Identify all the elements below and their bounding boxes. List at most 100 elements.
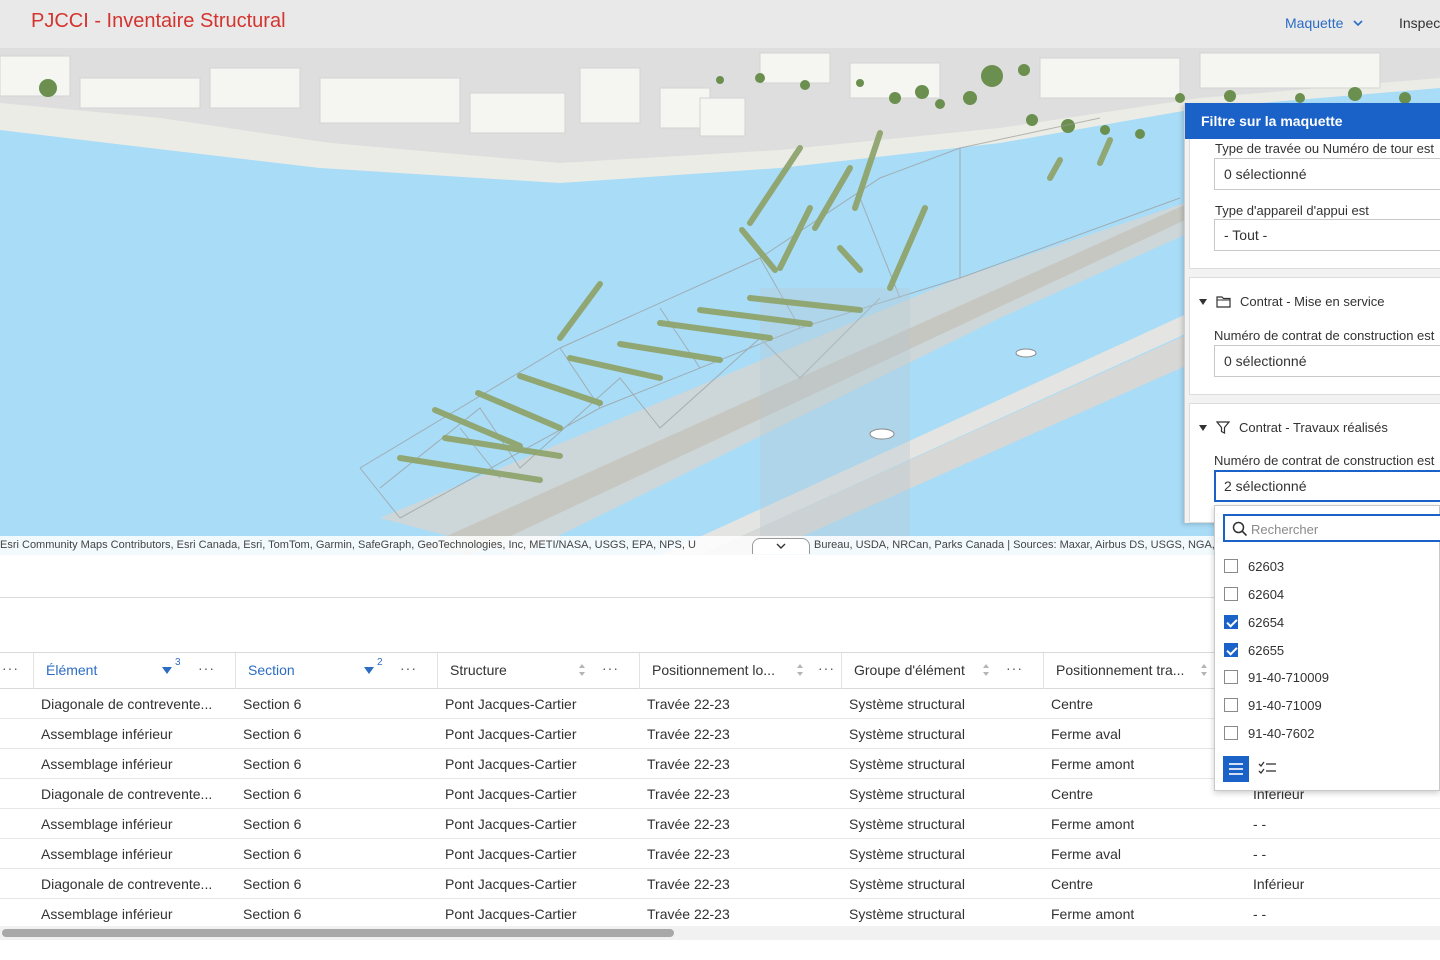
nav-inspection-menu[interactable]: Inspec [1399,15,1440,31]
travee-select[interactable]: 0 sélectionné [1214,158,1440,190]
horizontal-scrollbar[interactable] [0,926,1440,940]
sort-desc-icon[interactable] [364,667,374,675]
appareil-select[interactable]: - Tout - [1214,219,1440,251]
table-row[interactable]: Assemblage inférieur Section 6 Pont Jacq… [0,809,1440,839]
contrat-mes-select-value: 0 sélectionné [1224,353,1307,369]
cell-extra: - - [1253,816,1267,832]
cell-groupe-element: Système structural [849,876,965,892]
sort-order-badge: 3 [175,657,181,668]
checkbox[interactable] [1224,698,1238,712]
sort-desc-icon[interactable] [162,667,172,675]
checkbox[interactable] [1224,559,1238,573]
table-row[interactable]: Assemblage inférieur Section 6 Pont Jacq… [0,899,1440,929]
show-selected-button[interactable] [1255,756,1281,782]
checkbox-checked[interactable] [1224,615,1238,629]
checkbox-checked[interactable] [1224,643,1238,657]
sort-order-badge: 2 [377,657,383,668]
scrollbar-thumb[interactable] [2,929,674,937]
app-header: PJCCI - Inventaire Structural Maquette I… [0,0,1440,48]
cell-extra: Inférieur [1253,876,1305,892]
section-travaux-label: Contrat - Travaux réalisés [1239,420,1388,435]
checkbox[interactable] [1224,587,1238,601]
column-header-label: Structure [450,662,507,678]
cell-positionnement-trans: Ferme amont [1051,906,1135,922]
cell-section: Section 6 [243,726,302,742]
more-options-icon[interactable]: ··· [400,660,417,676]
attribution-toggle[interactable] [752,538,810,554]
option-label: 91-40-71009 [1248,697,1322,713]
cell-section: Section 6 [243,756,302,772]
option-item[interactable]: 62655 [1224,638,1284,662]
column-header-positionnement-long[interactable]: Positionnement lo... ··· [640,653,842,689]
cell-positionnement-long: Travée 22-23 [647,876,730,892]
appareil-select-value: - Tout - [1224,227,1268,243]
contrat-tr-select[interactable]: 2 sélectionné [1214,470,1440,502]
search-icon [1232,521,1248,537]
list-icon [1229,763,1243,775]
sort-icon[interactable] [1200,663,1208,677]
cell-positionnement-trans: Ferme amont [1051,756,1135,772]
option-item[interactable]: 91-40-710009 [1224,665,1329,689]
cell-positionnement-long: Travée 22-23 [647,726,730,742]
cell-groupe-element: Système structural [849,846,965,862]
cell-structure: Pont Jacques-Cartier [445,756,577,772]
option-item[interactable]: 62604 [1224,582,1284,606]
search-input[interactable] [1251,520,1440,538]
table-row[interactable]: Assemblage inférieur Section 6 Pont Jacq… [0,839,1440,869]
more-options-icon[interactable]: ··· [1006,660,1023,676]
column-header-element[interactable]: Élément 3 ··· [34,653,236,689]
column-header-prev[interactable]: ··· [0,653,34,689]
option-item[interactable]: 91-40-71009 [1224,693,1322,717]
cell-structure: Pont Jacques-Cartier [445,726,577,742]
cell-section: Section 6 [243,816,302,832]
more-options-icon[interactable]: ··· [818,660,835,676]
travee-label: Type de travée ou Numéro de tour est [1215,141,1434,156]
cell-element: Diagonale de contrevente... [41,786,213,802]
cell-section: Section 6 [243,696,302,712]
cell-groupe-element: Système structural [849,786,965,802]
cell-section: Section 6 [243,786,302,802]
sort-icon[interactable] [982,663,990,677]
more-options-icon[interactable]: ··· [198,660,215,676]
checkbox[interactable] [1224,726,1238,740]
table-row[interactable]: Diagonale de contrevente... Section 6 Po… [0,869,1440,899]
more-options-icon[interactable]: ··· [602,660,619,676]
cell-section: Section 6 [243,906,302,922]
appareil-label: Type d'appareil d'appui est [1215,203,1369,218]
caret-down-icon [1199,424,1207,431]
cell-groupe-element: Système structural [849,906,965,922]
nav-maquette-label: Maquette [1285,15,1344,31]
cell-positionnement-long: Travée 22-23 [647,756,730,772]
column-header-label: Élément [46,662,98,678]
cell-positionnement-long: Travée 22-23 [647,846,730,862]
sort-icon[interactable] [796,663,804,677]
app-root: PJCCI - Inventaire Structural Maquette I… [0,0,1440,960]
checkbox[interactable] [1224,670,1238,684]
option-item[interactable]: 62654 [1224,610,1284,634]
option-label: 62654 [1248,614,1285,630]
cell-structure: Pont Jacques-Cartier [445,696,577,712]
chevron-down-icon [1353,19,1363,26]
section-toggle-travaux[interactable]: Contrat - Travaux réalisés [1199,420,1388,435]
more-options-icon[interactable]: ··· [2,660,19,676]
filter-panel-title: Filtre sur la maquette [1201,113,1343,129]
dropdown-search[interactable] [1223,514,1440,542]
travee-select-value: 0 sélectionné [1224,166,1307,182]
contrat-mes-select[interactable]: 0 sélectionné [1214,345,1440,377]
nav-maquette-menu[interactable]: Maquette [1285,15,1363,31]
cell-element: Assemblage inférieur [41,816,173,832]
show-all-button[interactable] [1223,756,1249,782]
column-header-section[interactable]: Section 2 ··· [236,653,438,689]
contrat-tr-select-value: 2 sélectionné [1224,478,1307,494]
option-label: 62603 [1248,558,1285,574]
option-item[interactable]: 91-40-7602 [1224,721,1315,745]
column-header-groupe-element[interactable]: Groupe d'élément ··· [842,653,1044,689]
section-toggle-mise-en-service[interactable]: Contrat - Mise en service [1199,294,1385,309]
cell-positionnement-trans: Ferme aval [1051,726,1122,742]
cell-structure: Pont Jacques-Cartier [445,816,577,832]
cell-extra: - - [1253,846,1267,862]
option-item[interactable]: 62603 [1224,554,1284,578]
column-header-structure[interactable]: Structure ··· [438,653,640,689]
sort-icon[interactable] [578,663,586,677]
cell-section: Section 6 [243,846,302,862]
